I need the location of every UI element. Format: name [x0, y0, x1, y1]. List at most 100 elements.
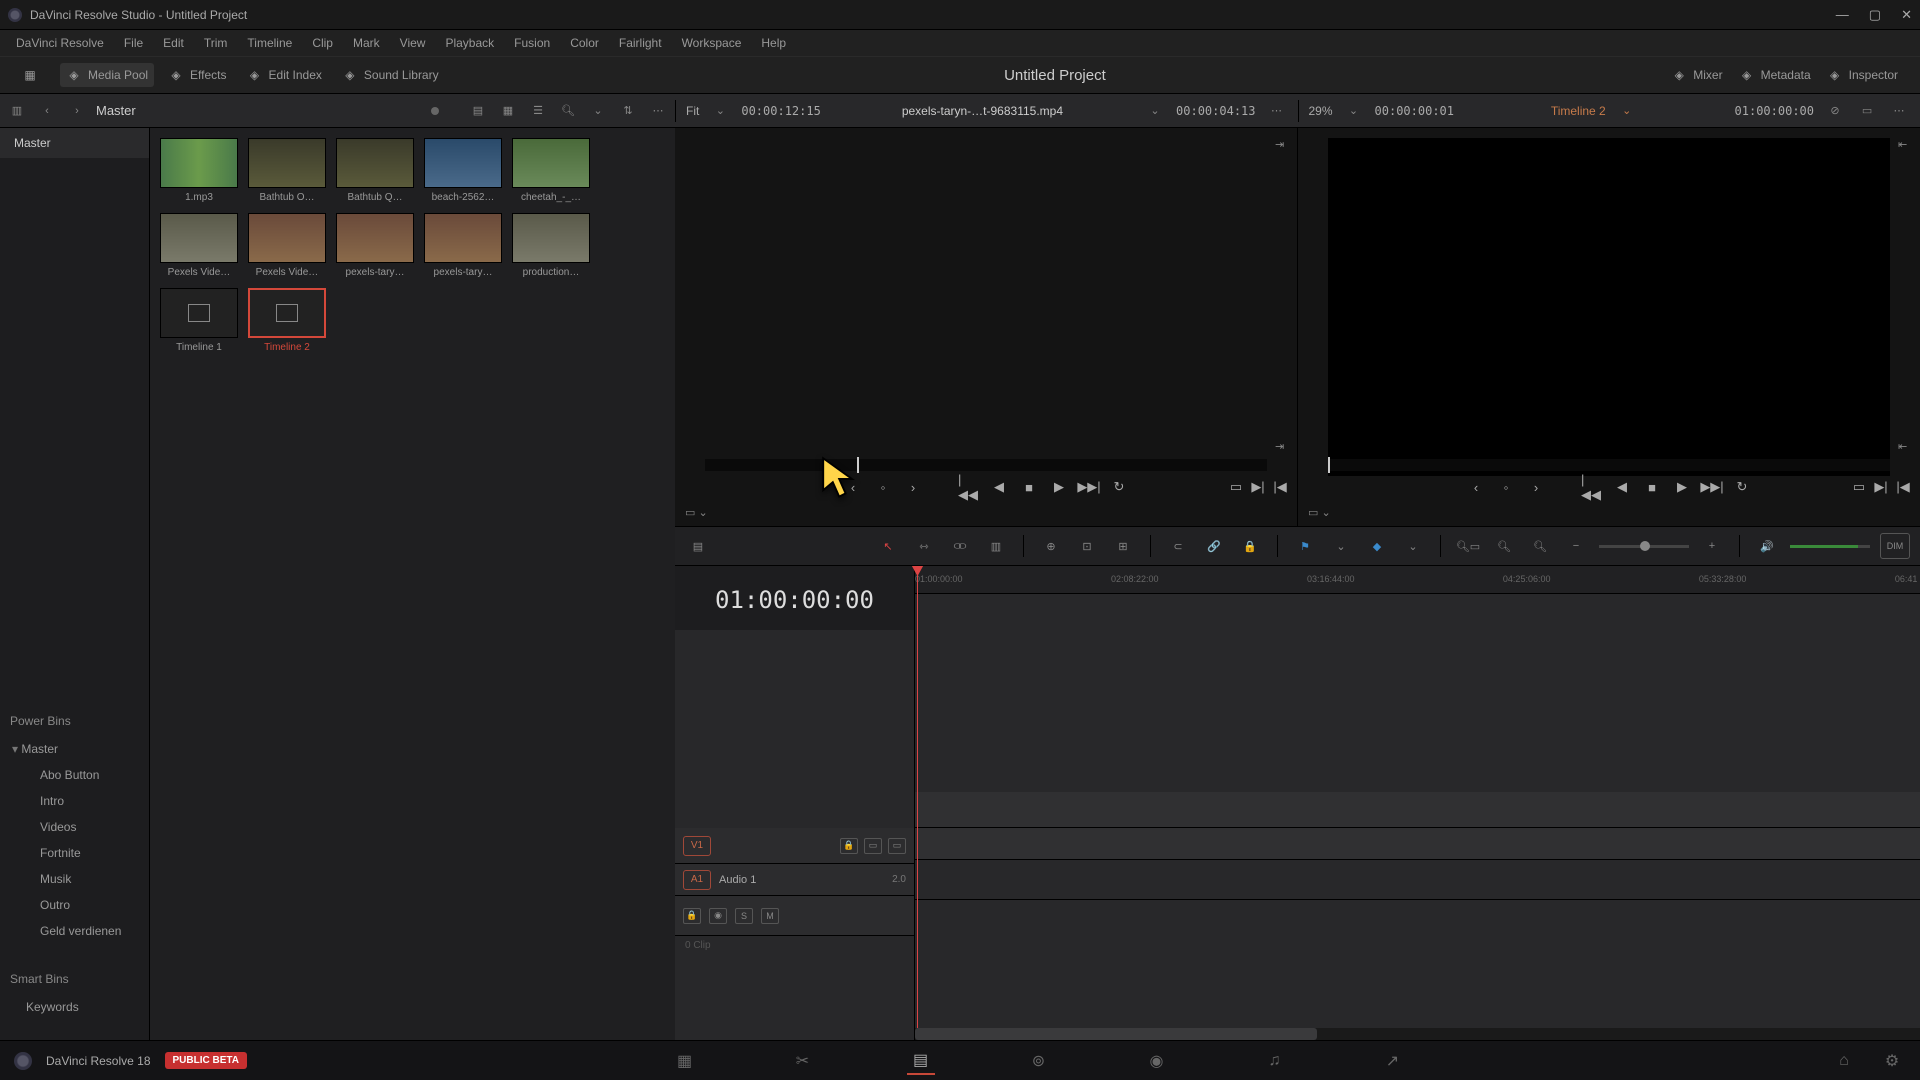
timeline-timecode[interactable]: 01:00:00:00 [675, 566, 914, 630]
sort-icon[interactable]: ⇅ [617, 100, 639, 122]
insert-clip-icon[interactable]: ⊕ [1038, 533, 1064, 559]
prev-edit-icon[interactable]: ‹ [1465, 476, 1487, 498]
power-bin-master[interactable]: Master [0, 736, 149, 762]
zoom-search-icon[interactable]: 🔍︎▭ [1455, 533, 1481, 559]
timeline-scrollbar[interactable] [915, 1028, 1920, 1040]
program-viewer-image[interactable] [1328, 138, 1890, 476]
match-frame-icon[interactable]: ⇤ [1898, 138, 1914, 154]
play-icon[interactable]: ▶ [1048, 476, 1070, 498]
step-back-icon[interactable]: ◀ [1611, 476, 1633, 498]
step-fwd-icon[interactable]: ▶▶| [1078, 476, 1100, 498]
link-icon[interactable]: 🔗 [1201, 533, 1227, 559]
media-clip[interactable]: pexels-tary… [336, 213, 414, 278]
menu-help[interactable]: Help [753, 32, 794, 54]
match-frame-icon[interactable]: ⇥ [1275, 138, 1291, 154]
stop-icon[interactable]: ■ [1641, 476, 1663, 498]
media-page-icon[interactable]: ▦ [671, 1047, 699, 1075]
zoom-slider[interactable] [1599, 545, 1689, 548]
menu-fusion[interactable]: Fusion [506, 32, 558, 54]
chevron-down-icon[interactable]: ⌄ [1328, 533, 1354, 559]
mixer-button[interactable]: ◈Mixer [1665, 63, 1728, 87]
power-bin-item[interactable]: Videos [0, 814, 149, 840]
dynamic-trim-icon[interactable]: ⫏⫐ [947, 533, 973, 559]
first-frame-icon[interactable]: |◀◀ [958, 476, 980, 498]
replace-icon[interactable]: |◀ [1269, 476, 1291, 498]
solo-button[interactable]: S [735, 908, 753, 924]
chevron-down-icon[interactable]: ⌄ [1144, 100, 1166, 122]
color-page-icon[interactable]: ◉ [1143, 1047, 1171, 1075]
audio-track-area-2[interactable] [915, 860, 1920, 900]
power-bin-item[interactable]: Fortnite [0, 840, 149, 866]
more-icon[interactable]: ⋯ [647, 100, 669, 122]
snap-icon[interactable]: ⊂ [1165, 533, 1191, 559]
flag-icon[interactable]: ⚑ [1292, 533, 1318, 559]
audio-mute-icon[interactable]: 🔊 [1754, 533, 1780, 559]
timeline-view-icon[interactable]: ▤ [685, 533, 711, 559]
zoom-out-icon[interactable]: − [1563, 533, 1589, 559]
chevron-down-icon[interactable]: ⌄ [1343, 100, 1365, 122]
step-fwd-icon[interactable]: ▶▶| [1701, 476, 1723, 498]
volume-slider[interactable] [1790, 545, 1870, 548]
program-scrubber[interactable] [1328, 459, 1890, 471]
deliver-page-icon[interactable]: ↗ [1379, 1047, 1407, 1075]
maximize-button[interactable]: ▢ [1869, 7, 1881, 23]
chevron-down-icon[interactable]: ⌄ [1616, 100, 1638, 122]
program-zoom[interactable]: 29% [1309, 104, 1333, 118]
match-frame-icon[interactable]: ⇤ [1898, 440, 1914, 456]
power-bin-item[interactable]: Musik [0, 866, 149, 892]
nav-back[interactable]: ‹ [36, 100, 58, 122]
loop-icon[interactable]: ↻ [1108, 476, 1130, 498]
media-pool-button[interactable]: ◈Media Pool [60, 63, 154, 87]
video-track-area[interactable] [915, 792, 1920, 828]
close-button[interactable]: ✕ [1901, 7, 1912, 23]
source-clip-name[interactable]: pexels-taryn-…t-9683115.mp4 [831, 104, 1134, 118]
media-clip[interactable]: pexels-tary… [424, 213, 502, 278]
zoom-fit-icon[interactable]: 🔍︎ [1491, 533, 1517, 559]
next-edit-icon[interactable]: › [1525, 476, 1547, 498]
media-clip[interactable]: Pexels Vide… [248, 213, 326, 278]
timeline-ruler[interactable]: 01:00:00:0002:08:22:0003:16:44:0004:25:0… [915, 566, 1920, 594]
dim-button[interactable]: DIM [1880, 533, 1910, 559]
trim-tool-icon[interactable]: ⇿ [911, 533, 937, 559]
breadcrumb[interactable]: Master [96, 103, 423, 118]
menu-clip[interactable]: Clip [304, 32, 341, 54]
menu-edit[interactable]: Edit [155, 32, 192, 54]
edit-index-button[interactable]: ◈Edit Index [241, 63, 328, 87]
power-bin-item[interactable]: Abo Button [0, 762, 149, 788]
match-frame-icon[interactable]: ⇥ [1275, 440, 1291, 456]
cut-page-icon[interactable]: ✂ [789, 1047, 817, 1075]
menu-workspace[interactable]: Workspace [674, 32, 750, 54]
grid-view-icon[interactable]: ▦ [497, 100, 519, 122]
disable-track-icon[interactable]: ▭ [888, 838, 906, 854]
power-bin-item[interactable]: Outro [0, 892, 149, 918]
source-fit[interactable]: Fit [686, 104, 699, 118]
overwrite-icon[interactable]: ▭ [1225, 476, 1247, 498]
jog-icon[interactable]: ◦ [1495, 476, 1517, 498]
bin-view-icon[interactable]: ▥ [6, 100, 28, 122]
zoom-in-icon[interactable]: + [1699, 533, 1725, 559]
arm-track-icon[interactable]: ◉ [709, 908, 727, 924]
sound-library-button[interactable]: ◈Sound Library [336, 63, 445, 87]
minimize-button[interactable]: — [1836, 7, 1849, 23]
overwrite-clip-icon[interactable]: ⊡ [1074, 533, 1100, 559]
menu-view[interactable]: View [392, 32, 434, 54]
replace-icon[interactable]: |◀ [1892, 476, 1914, 498]
lock-icon[interactable]: 🔒 [1237, 533, 1263, 559]
chevron-down-icon[interactable]: ⌄ [709, 100, 731, 122]
audio-track-label[interactable]: A1 [683, 870, 711, 890]
inspector-button[interactable]: ◈Inspector [1821, 63, 1904, 87]
single-viewer-icon[interactable]: ▭ [1856, 100, 1878, 122]
media-clip[interactable]: production… [512, 213, 590, 278]
blade-tool-icon[interactable]: ▥ [983, 533, 1009, 559]
menu-trim[interactable]: Trim [196, 32, 236, 54]
jog-icon[interactable]: ◦ [872, 476, 894, 498]
thumb-view-icon[interactable]: ▤ [467, 100, 489, 122]
media-clip[interactable]: Pexels Vide… [160, 213, 238, 278]
timeline-name[interactable]: Timeline 2 [1551, 104, 1606, 118]
power-bin-item[interactable]: Geld verdienen [0, 918, 149, 944]
playhead-line[interactable] [917, 566, 918, 1040]
sidebar-toggle[interactable]: ▦ [16, 63, 44, 87]
auto-select-icon[interactable]: ▭ [864, 838, 882, 854]
smart-bin-item[interactable]: Keywords [0, 994, 149, 1020]
media-clip[interactable]: Bathtub Q… [336, 138, 414, 203]
